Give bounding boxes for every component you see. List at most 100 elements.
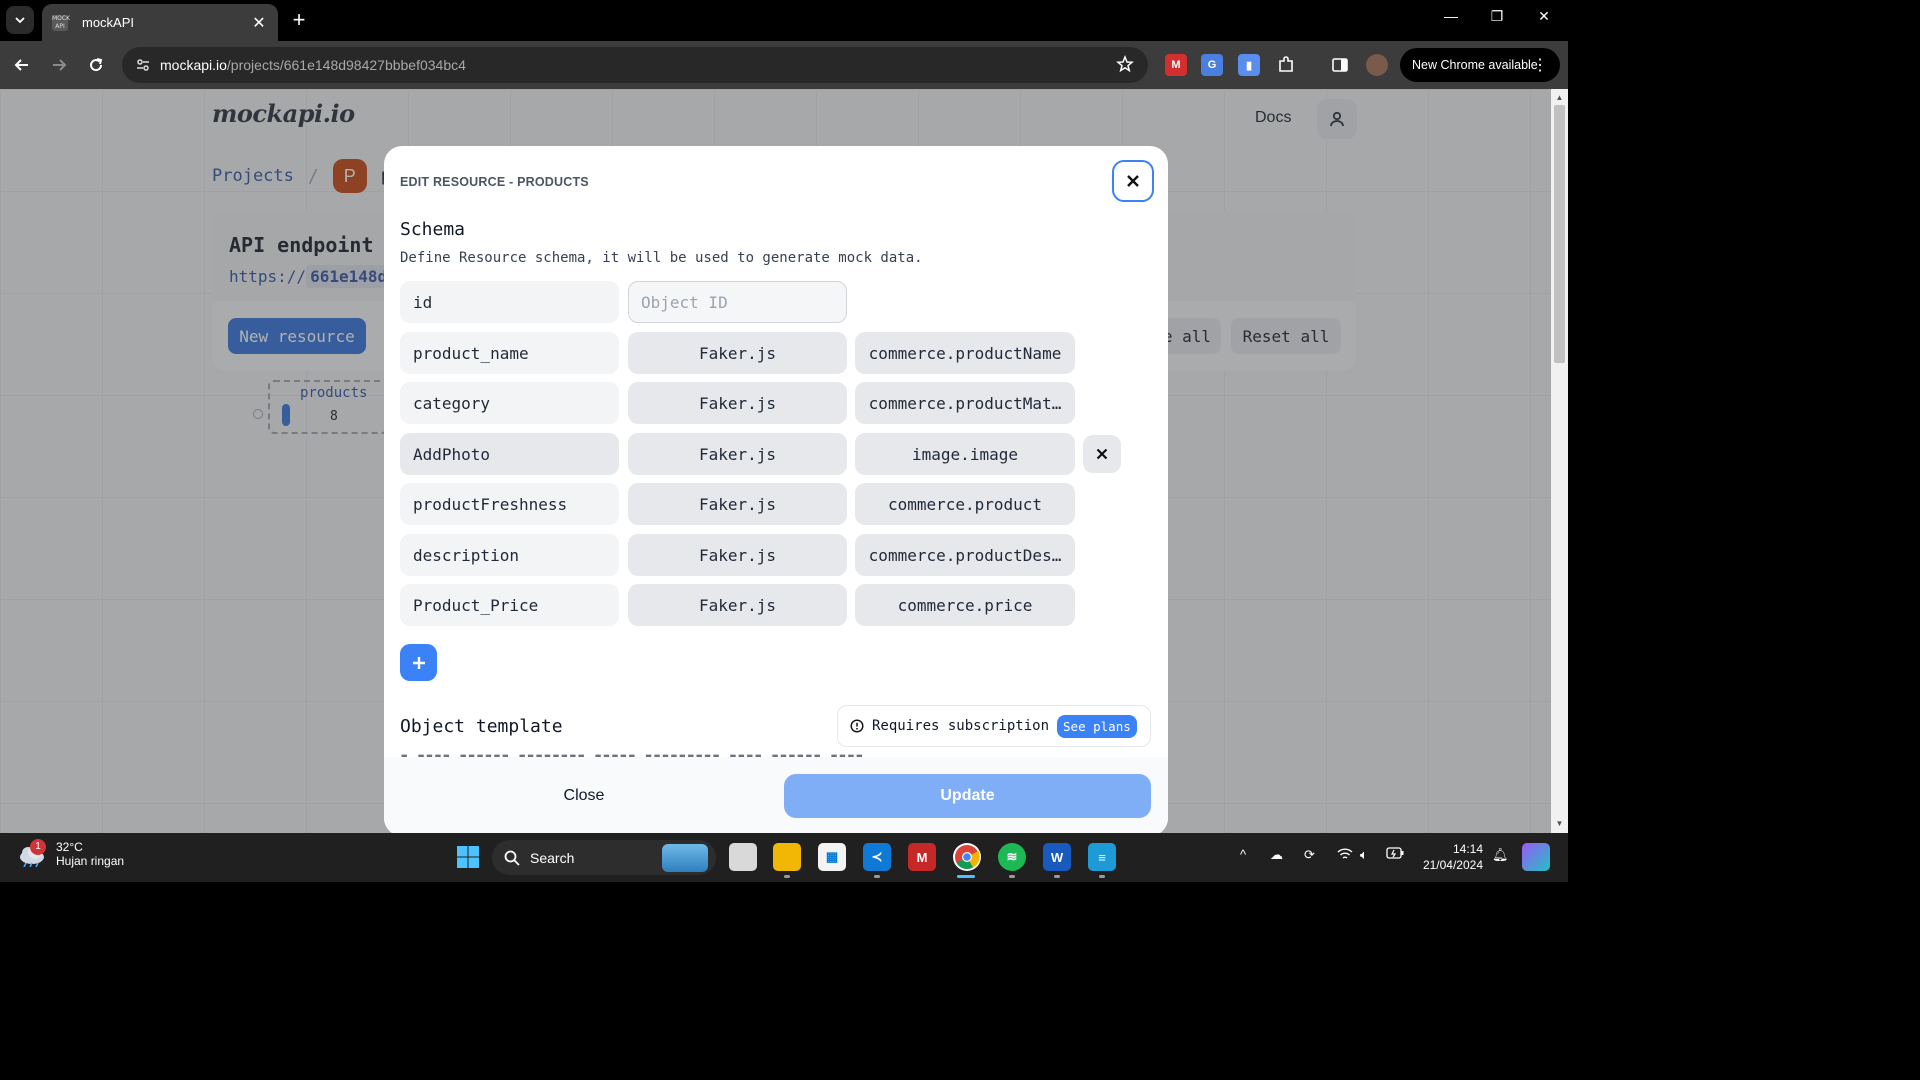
close-icon	[1127, 175, 1139, 187]
field-name-input[interactable]: productFreshness	[400, 483, 619, 525]
microsoft-store-icon[interactable]: ▦	[818, 843, 846, 871]
update-button[interactable]: Update	[784, 774, 1151, 818]
taskbar-search[interactable]: Search	[492, 840, 716, 875]
schema-title: Schema	[400, 219, 466, 240]
field-name-input[interactable]: description	[400, 534, 619, 576]
search-highlight-image	[662, 844, 708, 872]
window-close-button[interactable]: ✕	[1521, 8, 1567, 25]
chrome-update-button[interactable]: New Chrome available ⋮	[1400, 48, 1560, 82]
copilot-icon[interactable]	[1522, 843, 1550, 871]
reload-icon	[90, 58, 103, 72]
modal-header: EDIT RESOURCE - PRODUCTS	[400, 175, 589, 189]
field-type-select[interactable]: Faker.js	[628, 534, 847, 576]
field-name-id[interactable]: id	[400, 281, 619, 323]
forward-button[interactable]	[45, 51, 73, 79]
file-explorer-icon[interactable]	[773, 843, 801, 871]
object-template-description-peek: ▪ ▪▪▪▪ ▪▪▪▪▪▪ ▪▪▪▪▪▪▪▪ ▪▪▪▪▪ ▪▪▪▪▪▪▪▪▪ ▪…	[400, 749, 864, 757]
translate-extension-icon[interactable]: G	[1201, 54, 1223, 76]
profile-avatar[interactable]	[1366, 54, 1388, 76]
object-template-title: Object template	[400, 716, 563, 737]
arrow-right-icon	[53, 59, 67, 71]
windows-taskbar: 1 32°C Hujan ringan Search ▦ ≺ M ≋ W ≡ ^…	[0, 833, 1568, 882]
field-method-select[interactable]: commerce.productDes…	[855, 534, 1075, 576]
onedrive-cloud-icon[interactable]: ☁	[1270, 847, 1283, 863]
page-scrollbar[interactable]: ▲ ▼	[1551, 89, 1568, 833]
spotify-icon[interactable]: ≋	[998, 843, 1026, 871]
new-tab-button[interactable]: +	[288, 9, 310, 31]
tray-chevron-up-icon[interactable]: ^	[1240, 847, 1246, 862]
field-name-input[interactable]: AddPhoto	[400, 433, 619, 475]
schema-description: Define Resource schema, it will be used …	[400, 250, 923, 266]
sync-icon[interactable]: ⟳	[1304, 847, 1315, 863]
tab-title: mockAPI	[82, 15, 135, 30]
subscription-notice: Requires subscription See plans	[837, 705, 1151, 747]
mcafee-icon[interactable]: M	[908, 843, 936, 871]
close-icon	[1096, 448, 1108, 460]
field-name-input[interactable]: Product_Price	[400, 584, 619, 626]
modal-close-button[interactable]	[1112, 160, 1154, 202]
url-text: mockapi.io/projects/661e148d98427bbbef03…	[160, 57, 466, 73]
add-field-button[interactable]	[400, 644, 437, 681]
weather-desc: Hujan ringan	[56, 854, 125, 868]
volume-icon[interactable]: 🔈︎	[1360, 847, 1368, 863]
tab-favicon: MOCK API	[52, 14, 71, 31]
scroll-up-arrow[interactable]: ▲	[1551, 91, 1568, 105]
field-method-select[interactable]: commerce.productMat…	[855, 382, 1075, 424]
modal-footer: Close Update	[384, 757, 1168, 833]
side-panel-icon[interactable]	[1329, 54, 1351, 76]
extensions-puzzle-icon[interactable]	[1275, 54, 1297, 76]
object-id-input[interactable]: Object ID	[628, 281, 847, 323]
reload-button[interactable]	[82, 51, 110, 79]
search-icon	[504, 850, 520, 866]
site-info-icon[interactable]	[134, 56, 152, 74]
word-icon[interactable]: W	[1043, 843, 1071, 871]
field-type-select[interactable]: Faker.js	[628, 584, 847, 626]
field-type-select[interactable]: Faker.js	[628, 433, 847, 475]
info-icon	[850, 719, 864, 733]
address-bar[interactable]: mockapi.io/projects/661e148d98427bbbef03…	[122, 47, 1148, 83]
scroll-thumb[interactable]	[1554, 105, 1565, 363]
weather-temp: 32°C	[56, 840, 83, 854]
more-menu-icon[interactable]: ⋮	[1532, 55, 1548, 75]
field-name-input[interactable]: product_name	[400, 332, 619, 374]
page-viewport: mockapi.io Docs Projects / P p API endpo…	[0, 89, 1551, 833]
browser-tab-active[interactable]: MOCK API mockAPI ✕	[42, 4, 278, 41]
chevron-down-icon	[15, 17, 25, 24]
arrow-left-icon	[14, 59, 28, 71]
task-view-icon[interactable]	[729, 843, 757, 871]
battery-icon[interactable]	[1386, 847, 1404, 862]
tab-close-icon[interactable]: ✕	[250, 13, 268, 33]
remove-field-button[interactable]	[1083, 435, 1121, 473]
system-clock[interactable]: 14:14 21/04/2024	[1410, 841, 1483, 873]
field-type-select[interactable]: Faker.js	[628, 332, 847, 374]
field-type-select[interactable]: Faker.js	[628, 483, 847, 525]
field-method-select[interactable]: commerce.product	[855, 483, 1075, 525]
weather-badge: 1	[30, 839, 46, 855]
extension-icon-1[interactable]: M	[1165, 54, 1187, 76]
field-method-select[interactable]: commerce.price	[855, 584, 1075, 626]
vscode-icon[interactable]: ≺	[863, 843, 891, 871]
browser-tabstrip: MOCK API mockAPI ✕ + — ❐ ✕	[0, 0, 1568, 41]
minimize-button[interactable]: —	[1428, 8, 1474, 24]
weather-widget[interactable]: 1 32°C Hujan ringan	[16, 839, 125, 868]
bookmark-star-icon[interactable]	[1116, 54, 1134, 78]
notepad-icon[interactable]: ≡	[1088, 843, 1116, 871]
see-plans-button[interactable]: See plans	[1057, 714, 1137, 738]
browser-toolbar: mockapi.io/projects/661e148d98427bbbef03…	[0, 41, 1568, 89]
tab-search-button[interactable]	[6, 6, 34, 34]
wifi-icon[interactable]	[1337, 847, 1353, 864]
weather-cloud-icon: 1	[16, 839, 48, 868]
close-button[interactable]: Close	[384, 774, 784, 818]
chrome-icon[interactable]	[953, 843, 981, 871]
field-name-input[interactable]: category	[400, 382, 619, 424]
notification-bell-icon[interactable]: 🔔︎	[1492, 847, 1509, 863]
extension-icon-3[interactable]: ▮	[1238, 54, 1260, 76]
field-method-select[interactable]: image.image	[855, 433, 1075, 475]
plus-icon	[412, 656, 425, 669]
restore-button[interactable]: ❐	[1474, 8, 1520, 25]
field-type-select[interactable]: Faker.js	[628, 382, 847, 424]
field-method-select[interactable]: commerce.productName	[855, 332, 1075, 374]
back-button[interactable]	[8, 51, 36, 79]
scroll-down-arrow[interactable]: ▼	[1551, 817, 1568, 831]
windows-start-icon[interactable]	[454, 843, 482, 871]
